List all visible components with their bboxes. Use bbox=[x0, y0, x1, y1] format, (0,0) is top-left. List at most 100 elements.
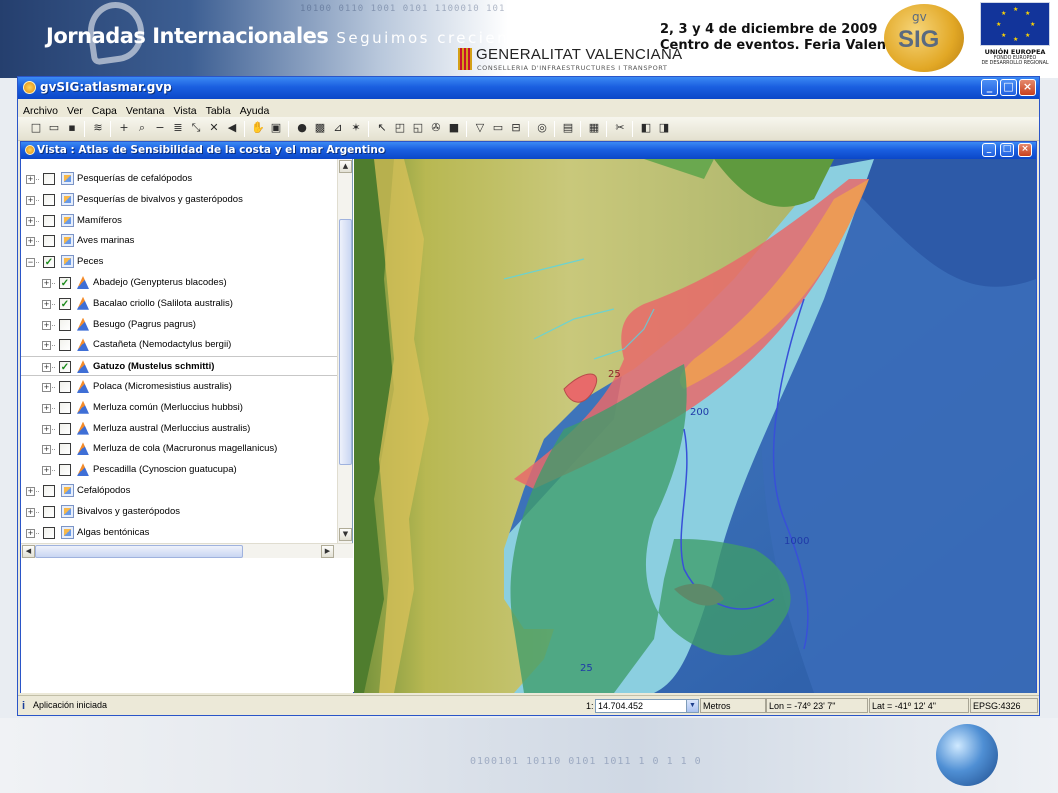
expand-icon[interactable]: + bbox=[42, 466, 51, 476]
edit-stop-icon[interactable]: ◨ bbox=[656, 120, 672, 136]
zoom-in-icon[interactable]: + bbox=[116, 120, 132, 136]
maximize-button[interactable]: □ bbox=[1000, 79, 1017, 96]
view-minimize-button[interactable]: _ bbox=[982, 143, 996, 157]
layer-visibility-checkbox[interactable]: ✓ bbox=[59, 297, 71, 310]
expand-icon[interactable]: + bbox=[42, 445, 51, 455]
toc-layer-node[interactable]: + Castañeta (Nemodactylus bergii) bbox=[21, 335, 337, 355]
zoom-out-icon[interactable]: − bbox=[152, 120, 168, 136]
layer-visibility-checkbox[interactable]: ✓ bbox=[59, 277, 71, 289]
save-icon[interactable]: ▪ bbox=[64, 120, 80, 136]
scale-input[interactable]: 14.704.452 bbox=[595, 699, 687, 713]
layer-visibility-checkbox[interactable] bbox=[43, 214, 55, 227]
toc-vertical-scrollbar[interactable]: ▲ ▼ bbox=[337, 159, 352, 543]
layer-visibility-checkbox[interactable]: ✓ bbox=[43, 256, 55, 269]
view-close-button[interactable]: × bbox=[1018, 143, 1032, 157]
expand-icon[interactable]: + bbox=[26, 216, 35, 226]
map-svg[interactable]: 25 200 1000 25 bbox=[354, 159, 1036, 693]
layer-visibility-checkbox[interactable] bbox=[43, 173, 55, 185]
expand-icon[interactable]: + bbox=[26, 237, 35, 247]
menu-ayuda[interactable]: Ayuda bbox=[235, 103, 274, 117]
tools-icon[interactable]: ✂ bbox=[612, 120, 628, 136]
expand-icon[interactable]: + bbox=[42, 279, 51, 288]
view-maximize-button[interactable]: □ bbox=[1000, 143, 1014, 157]
expand-icon[interactable]: + bbox=[42, 363, 51, 373]
zoom-shrink-icon[interactable]: ⤡ bbox=[188, 120, 204, 136]
menu-tabla[interactable]: Tabla bbox=[201, 103, 235, 117]
select-rectangle-icon[interactable]: ◰ bbox=[392, 120, 408, 136]
previous-extent-icon[interactable]: ◀ bbox=[224, 120, 240, 136]
collapse-icon[interactable]: − bbox=[26, 258, 35, 268]
hyperlink-icon[interactable]: ✶ bbox=[348, 120, 364, 136]
layer-visibility-checkbox[interactable] bbox=[59, 443, 71, 456]
view-titlebar[interactable]: Vista : Atlas de Sensibilidad de la cost… bbox=[21, 142, 1036, 159]
zoom-select-icon[interactable]: ⌕ bbox=[134, 120, 150, 136]
toc-group-node[interactable]: + Pesquerías de cefalópodos bbox=[21, 169, 337, 189]
toc-horizontal-scrollbar[interactable]: ◀ ▶ bbox=[21, 543, 353, 558]
filter-icon[interactable]: ▽ bbox=[472, 120, 488, 136]
menu-vista[interactable]: Vista bbox=[168, 103, 200, 117]
open-folder-icon[interactable]: ▭ bbox=[46, 120, 62, 136]
layer-visibility-checkbox[interactable] bbox=[43, 193, 55, 206]
scroll-up-arrow-icon[interactable]: ▲ bbox=[339, 160, 352, 173]
toc-group-node[interactable]: + Bivalvos y gasterópodos bbox=[21, 502, 337, 522]
toc-layer-node[interactable]: + Pescadilla (Cynoscion guatucupa) bbox=[21, 460, 337, 480]
toc-group-node[interactable]: + Mamíferos bbox=[21, 211, 337, 231]
toc-horizontal-scroll-thumb[interactable] bbox=[35, 545, 243, 558]
legend-icon[interactable]: ▤ bbox=[560, 120, 576, 136]
edit-start-icon[interactable]: ◧ bbox=[638, 120, 654, 136]
expand-icon[interactable]: + bbox=[26, 195, 35, 205]
table-icon[interactable]: ▭ bbox=[490, 120, 506, 136]
toc-layer-node[interactable]: + ✓ Gatuzo (Mustelus schmitti) bbox=[21, 356, 337, 377]
measure-distance-icon[interactable]: ⊿ bbox=[330, 120, 346, 136]
scroll-left-arrow-icon[interactable]: ◀ bbox=[22, 545, 35, 558]
expand-icon[interactable]: + bbox=[26, 487, 35, 496]
scroll-down-arrow-icon[interactable]: ▼ bbox=[339, 528, 352, 541]
layer-visibility-checkbox[interactable] bbox=[59, 318, 71, 331]
select-polygon-icon[interactable]: ◱ bbox=[410, 120, 426, 136]
toc-group-node[interactable]: − ✓ Peces bbox=[21, 252, 337, 272]
layer-visibility-checkbox[interactable] bbox=[59, 464, 71, 477]
layer-visibility-checkbox[interactable]: ✓ bbox=[59, 361, 71, 374]
menu-capa[interactable]: Capa bbox=[87, 103, 121, 117]
layers-icon[interactable]: ≋ bbox=[90, 120, 106, 136]
layer-visibility-checkbox[interactable] bbox=[43, 505, 55, 518]
layer-visibility-checkbox[interactable] bbox=[59, 401, 71, 414]
toc-layer-node[interactable]: + Polaca (Micromesistius australis) bbox=[21, 377, 337, 397]
expand-icon[interactable]: + bbox=[26, 528, 35, 538]
scroll-right-arrow-icon[interactable]: ▶ bbox=[321, 545, 334, 558]
menu-archivo[interactable]: Archivo bbox=[18, 103, 62, 117]
info-icon[interactable]: ● bbox=[294, 120, 310, 136]
expand-icon[interactable]: + bbox=[42, 320, 51, 330]
locator-icon[interactable]: ▣ bbox=[268, 120, 284, 136]
measure-area-icon[interactable]: ▩ bbox=[312, 120, 328, 136]
toc-group-node[interactable]: + Algas bentónicas bbox=[21, 523, 337, 543]
scale-dropdown-button[interactable]: ▼ bbox=[686, 699, 699, 713]
toc-layer-node[interactable]: + Merluza de cola (Macruronus magellanicu… bbox=[21, 439, 337, 459]
toc-layer-node[interactable]: + ✓ Abadejo (Genypterus blacodes) bbox=[21, 273, 337, 293]
select-pointer-icon[interactable]: ↖ bbox=[374, 120, 390, 136]
expand-icon[interactable]: + bbox=[42, 424, 51, 434]
toc-group-node[interactable]: + Aves marinas bbox=[21, 231, 337, 251]
pan-hand-icon[interactable]: ✋ bbox=[250, 120, 266, 136]
toc-layer-node[interactable]: + Merluza común (Merluccius hubbsi) bbox=[21, 398, 337, 418]
map-canvas[interactable]: 25 200 1000 25 bbox=[354, 159, 1036, 693]
clear-selection-icon[interactable]: ■ bbox=[446, 120, 462, 136]
expand-icon[interactable]: + bbox=[42, 341, 51, 351]
expand-icon[interactable]: + bbox=[42, 383, 51, 392]
expand-icon[interactable]: + bbox=[42, 403, 51, 413]
expand-icon[interactable]: + bbox=[26, 507, 35, 517]
layer-visibility-checkbox[interactable] bbox=[43, 526, 55, 539]
layer-visibility-checkbox[interactable] bbox=[43, 235, 55, 248]
layer-visibility-checkbox[interactable] bbox=[59, 422, 71, 435]
new-file-icon[interactable]: □ bbox=[28, 120, 44, 136]
print-icon[interactable]: ▦ bbox=[586, 120, 602, 136]
main-titlebar[interactable]: gvSIG:atlasmar.gvp _ □ × bbox=[18, 77, 1039, 99]
toc-layer-node[interactable]: + Besugo (Pagrus pagrus) bbox=[21, 315, 337, 335]
expand-icon[interactable]: + bbox=[42, 299, 51, 309]
toc-group-node[interactable]: + Pesquerías de bivalvos y gasterópodos bbox=[21, 190, 337, 210]
layer-visibility-checkbox[interactable] bbox=[59, 339, 71, 352]
minimize-button[interactable]: _ bbox=[981, 79, 998, 96]
layer-visibility-checkbox[interactable] bbox=[43, 485, 55, 497]
menu-ventana[interactable]: Ventana bbox=[121, 103, 169, 117]
layer-visibility-checkbox[interactable] bbox=[59, 381, 71, 393]
